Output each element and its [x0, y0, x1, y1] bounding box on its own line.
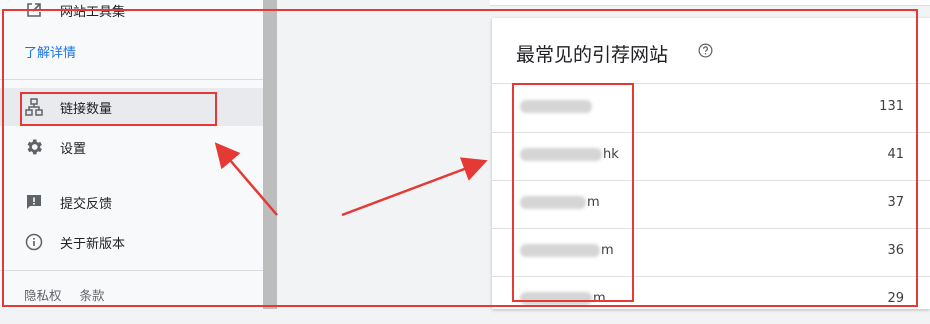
- annotation-links-box: [20, 92, 217, 126]
- annotation-outer-box: [2, 9, 918, 307]
- annotation-sites-box: [512, 83, 634, 302]
- top-card-edge: [490, 0, 930, 6]
